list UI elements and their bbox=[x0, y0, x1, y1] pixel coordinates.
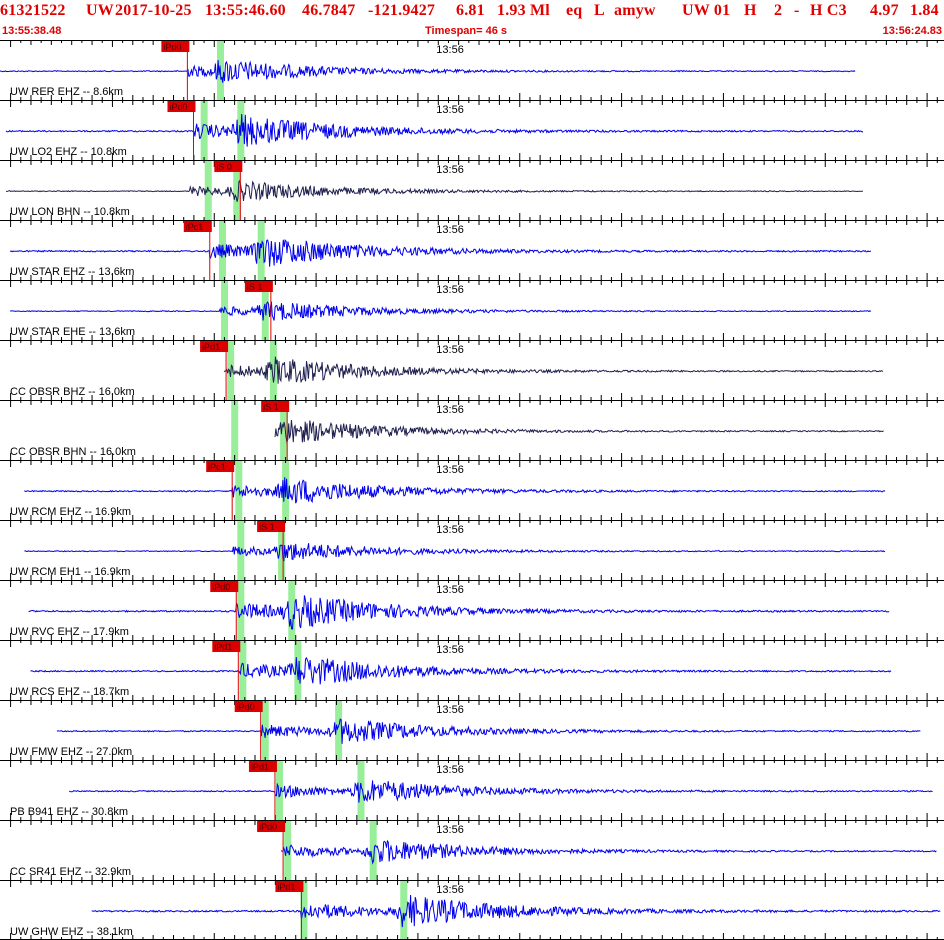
arrival-band bbox=[200, 100, 208, 160]
waveform-trace bbox=[30, 656, 892, 685]
waveform-trace bbox=[68, 780, 933, 803]
minute-mark-label: 13:56 bbox=[436, 884, 464, 896]
pick-label: iS 1 bbox=[259, 522, 275, 532]
pick-label: iPc1 bbox=[208, 462, 226, 472]
channel-label: PB B941 EHZ -- 30.8km bbox=[10, 806, 128, 818]
channel-label: UW RCM EH1 -- 16.9km bbox=[10, 566, 130, 578]
waveform-trace bbox=[280, 839, 937, 865]
minute-mark-label: 13:56 bbox=[436, 824, 464, 836]
waveform-trace bbox=[91, 894, 941, 928]
pick-label: iPd0 bbox=[237, 702, 255, 712]
pick-label: iS 1 bbox=[263, 402, 279, 412]
pick-label: iPc1 bbox=[186, 222, 204, 232]
waveform-trace bbox=[223, 356, 884, 384]
minute-mark-label: 13:56 bbox=[436, 164, 464, 176]
arrival-band bbox=[288, 580, 296, 640]
minute-mark-label: 13:56 bbox=[436, 524, 464, 536]
channel-label: UW LO2 EHZ -- 10.8km bbox=[10, 146, 127, 158]
pick-label: iPd0 bbox=[212, 582, 230, 592]
channel-label: UW RER EHZ -- 8.6km bbox=[10, 86, 123, 98]
minute-mark-label: 13:56 bbox=[436, 104, 464, 116]
waveform-trace bbox=[24, 477, 886, 504]
seismogram-panel: 13:56 iPd0 UW RER EHZ -- 8.6km 13:56 iPd0 UW … bbox=[0, 40, 944, 940]
arrival-band bbox=[269, 340, 277, 400]
channel-label: UW RVC EHZ -- 17.9km bbox=[10, 626, 129, 638]
channel-label: UW FMW EHZ -- 27.0km bbox=[10, 746, 132, 758]
pick-label: iPd1 bbox=[277, 882, 295, 892]
minute-mark-label: 13:56 bbox=[436, 344, 464, 356]
channel-label: UW LON BHN -- 10.8km bbox=[10, 206, 130, 218]
pick-label: iPd0 bbox=[169, 102, 187, 112]
minute-mark-label: 13:56 bbox=[436, 584, 464, 596]
arrival-band bbox=[369, 820, 377, 880]
minute-mark-label: 13:56 bbox=[436, 44, 464, 56]
channel-label: CC OBSR BHZ -- 16.0km bbox=[10, 386, 135, 398]
pick-label: iPd1 bbox=[251, 762, 269, 772]
channel-label: CC OBSR BHN -- 16.0km bbox=[10, 446, 136, 458]
waveform-trace bbox=[0, 60, 856, 83]
channel-label: UW STAR EHZ -- 13.6km bbox=[10, 266, 134, 278]
minute-mark-label: 13:56 bbox=[436, 704, 464, 716]
pick-label: iS 0 bbox=[216, 162, 232, 172]
pick-label: iPd0 bbox=[163, 42, 181, 52]
arrival-band bbox=[231, 400, 239, 460]
minute-mark-label: 13:56 bbox=[436, 224, 464, 236]
channel-label: UW GHW EHZ -- 38.1km bbox=[10, 926, 133, 938]
waveform-trace bbox=[28, 595, 890, 630]
waveform-trace bbox=[9, 301, 872, 321]
arrival-band bbox=[400, 880, 408, 940]
minute-mark-label: 13:56 bbox=[436, 464, 464, 476]
pick-label: iPd1 bbox=[202, 342, 220, 352]
waveform-trace bbox=[56, 718, 921, 744]
waveform-trace bbox=[24, 543, 886, 562]
minute-mark-label: 13:56 bbox=[436, 644, 464, 656]
waveform-trace bbox=[9, 238, 872, 267]
pick-label: iPd1 bbox=[214, 642, 232, 652]
channel-label: UW RCM EHZ -- 16.9km bbox=[10, 506, 131, 518]
waveform-trace bbox=[6, 179, 864, 202]
waveform-trace bbox=[274, 419, 884, 444]
pick-label: iS 1 bbox=[247, 282, 263, 292]
channel-label: UW RCS EHZ -- 18.7km bbox=[10, 686, 129, 698]
minute-mark-label: 13:56 bbox=[436, 284, 464, 296]
minute-mark-label: 13:56 bbox=[436, 404, 464, 416]
channel-label: CC SR41 EHZ -- 32.9km bbox=[10, 866, 131, 878]
pick-label: iPd0 bbox=[259, 822, 277, 832]
channel-label: UW STAR EHE -- 13.6km bbox=[10, 326, 135, 338]
minute-mark-label: 13:56 bbox=[436, 764, 464, 776]
waveform-trace bbox=[5, 113, 864, 147]
